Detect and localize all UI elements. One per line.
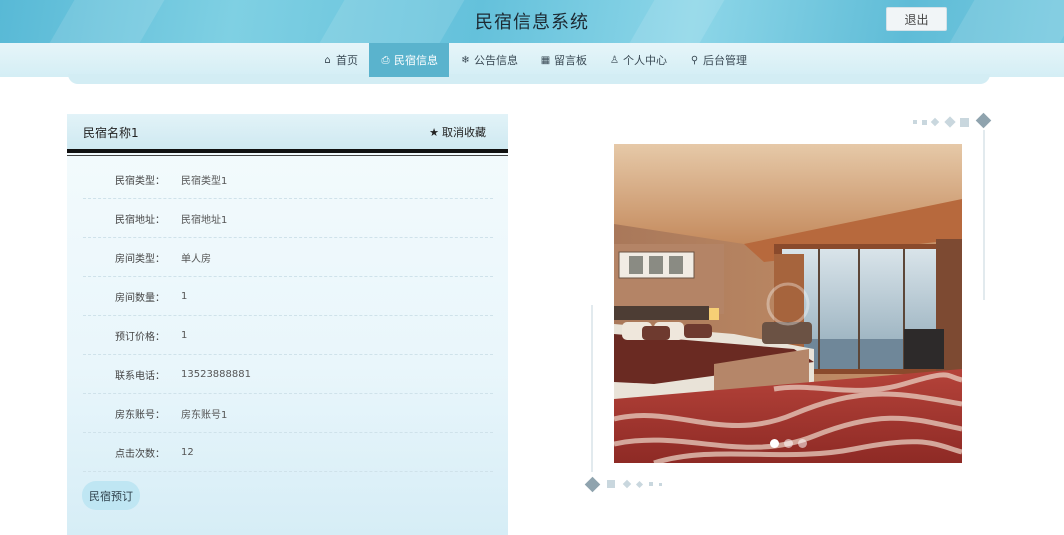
field-value: 1: [181, 329, 188, 341]
field-label: 房间数量：: [115, 292, 165, 304]
field-row-address: 民宿地址： 民宿地址1: [83, 199, 493, 238]
main-nav: ⌂ 首页 ⎙ 民宿信息 ❄ 公告信息 ▦ 留言板 ♙ 个人中心 ⚲ 后台管理: [311, 43, 758, 77]
carousel-indicators: [770, 439, 807, 448]
field-value: 单人房: [181, 253, 211, 265]
nav-item-home[interactable]: ⌂ 首页: [311, 43, 369, 77]
nav-item-homestay-info[interactable]: ⎙ 民宿信息: [369, 43, 449, 77]
divider: [67, 149, 508, 153]
nav-item-label: 后台管理: [703, 54, 747, 67]
bed-icon: ⎙: [381, 54, 390, 66]
detail-fields: 民宿类型： 民宿类型1 民宿地址： 民宿地址1 房间类型： 单人房 房间数量： …: [83, 160, 493, 472]
divider: [67, 155, 508, 156]
user-icon: ♙: [610, 54, 619, 66]
unfavorite-label: 取消收藏: [442, 126, 486, 139]
field-label: 点击次数：: [115, 448, 165, 460]
field-label: 民宿地址：: [115, 214, 165, 226]
homestay-detail-panel: 民宿名称1 ★ 取消收藏 民宿类型： 民宿类型1 民宿地址： 民宿地址1 房间类…: [67, 114, 508, 535]
field-label: 联系电话：: [115, 370, 165, 382]
snowflake-icon: ❄: [461, 54, 470, 66]
star-icon: ★: [429, 125, 439, 139]
field-row-room-type: 房间类型： 单人房: [83, 238, 493, 277]
calendar-icon: ▦: [540, 54, 551, 66]
field-label: 预订价格：: [115, 331, 165, 343]
nav-item-announcements[interactable]: ❄ 公告信息: [449, 43, 529, 77]
field-row-price: 预订价格： 1: [83, 316, 493, 355]
nav-item-label: 公告信息: [474, 54, 518, 67]
nav-item-profile[interactable]: ♙ 个人中心: [598, 43, 678, 77]
nav-item-label: 首页: [336, 54, 358, 67]
app-header: 民宿信息系统 退出: [0, 0, 1064, 43]
nav-item-label: 留言板: [554, 54, 587, 67]
field-label: 民宿类型：: [115, 175, 165, 187]
field-row-clicks: 点击次数： 12: [83, 433, 493, 472]
field-label: 房间类型：: [115, 253, 165, 265]
nav-item-label: 个人中心: [623, 54, 667, 67]
carousel-dot[interactable]: [784, 439, 793, 448]
field-value: 民宿类型1: [181, 175, 228, 187]
field-value: 1: [181, 290, 188, 302]
field-row-phone: 联系电话： 13523888881: [83, 355, 493, 394]
book-button[interactable]: 民宿预订: [82, 481, 140, 510]
field-row-room-count: 房间数量： 1: [83, 277, 493, 316]
nav-item-label: 民宿信息: [394, 54, 438, 67]
field-label: 房东账号：: [115, 409, 165, 421]
logout-button[interactable]: 退出: [886, 7, 947, 31]
field-value: 民宿地址1: [181, 214, 228, 226]
field-row-type: 民宿类型： 民宿类型1: [83, 160, 493, 199]
room-image: [614, 144, 962, 463]
link-icon: ⚲: [690, 54, 699, 66]
home-icon: ⌂: [324, 54, 331, 66]
homestay-photo[interactable]: [614, 144, 962, 463]
field-row-landlord: 房东账号： 房东账号1: [83, 394, 493, 433]
panel-header: 民宿名称1 ★ 取消收藏: [67, 114, 508, 149]
unfavorite-button[interactable]: ★ 取消收藏: [429, 124, 486, 140]
nav-item-admin[interactable]: ⚲ 后台管理: [678, 43, 758, 77]
field-value: 房东账号1: [181, 409, 228, 421]
nav-item-message-board[interactable]: ▦ 留言板: [529, 43, 598, 77]
carousel-dot[interactable]: [798, 439, 807, 448]
homestay-name: 民宿名称1: [83, 126, 139, 140]
carousel-dot[interactable]: [770, 439, 779, 448]
field-value: 13523888881: [181, 368, 251, 380]
field-value: 12: [181, 446, 194, 458]
